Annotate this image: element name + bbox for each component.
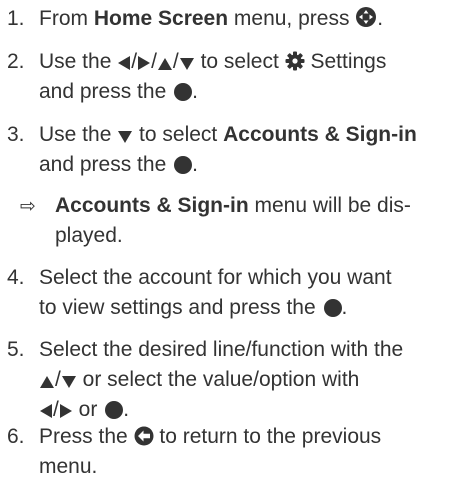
back-arrow-icon bbox=[134, 426, 154, 446]
text: From bbox=[39, 7, 94, 30]
gear-icon bbox=[285, 51, 305, 71]
menu-name: Accounts & Sign-in bbox=[223, 123, 417, 146]
text: Use the bbox=[39, 50, 118, 73]
text: . bbox=[192, 153, 198, 176]
text: or select the value/option with bbox=[76, 368, 360, 391]
text: and press the bbox=[39, 80, 173, 103]
ok-button-icon bbox=[174, 83, 193, 101]
arrow-right-icon bbox=[59, 404, 72, 418]
arrow-up-icon bbox=[40, 376, 54, 388]
text: to view settings and press the bbox=[39, 296, 322, 319]
text: Select the account for which you want bbox=[39, 266, 392, 289]
step-number: 1. bbox=[7, 7, 25, 30]
text: menu, press bbox=[228, 7, 356, 30]
text: . bbox=[341, 296, 348, 319]
step-number: 4. bbox=[7, 266, 25, 289]
step-text: Select the account for which you want to … bbox=[39, 263, 467, 323]
text: or bbox=[72, 398, 104, 421]
step-text: Select the desired line/function with th… bbox=[39, 335, 467, 425]
text: to select bbox=[133, 123, 224, 146]
text: . bbox=[192, 80, 198, 103]
step-number: 2. bbox=[7, 50, 25, 73]
text: Use the bbox=[39, 123, 118, 146]
arrow-down-icon bbox=[179, 58, 194, 70]
arrow-left-icon bbox=[118, 56, 131, 70]
text: and press the bbox=[39, 153, 173, 176]
ok-button-icon bbox=[105, 401, 124, 419]
menu-name: Home Screen bbox=[93, 7, 229, 30]
ok-button-icon bbox=[323, 299, 342, 317]
arrow-up-icon bbox=[157, 58, 172, 70]
text: to return to the previous bbox=[153, 425, 382, 448]
step-number: 3. bbox=[7, 123, 25, 146]
text: Press the bbox=[39, 425, 134, 448]
step-number: 5. bbox=[7, 338, 25, 361]
step-text: Press the to return to the previous menu. bbox=[39, 422, 467, 482]
text: Select the desired line/function with th… bbox=[39, 338, 404, 361]
arrow-down-icon bbox=[61, 376, 76, 388]
text: Settings bbox=[304, 50, 387, 73]
step-number: 6. bbox=[7, 425, 25, 448]
text: played. bbox=[55, 224, 123, 247]
step-text: From Home Screen menu, press . bbox=[39, 4, 467, 34]
arrow-right-icon bbox=[138, 56, 151, 70]
arrow-left-icon bbox=[40, 404, 52, 418]
text: menu. bbox=[39, 455, 98, 478]
text: to select bbox=[194, 50, 285, 73]
arrow-down-icon bbox=[118, 131, 133, 143]
text: . bbox=[123, 398, 130, 421]
result-arrow-icon: ⇨ bbox=[20, 195, 36, 217]
text: menu will be dis- bbox=[248, 194, 411, 217]
dpad-icon bbox=[356, 7, 377, 27]
menu-name: Accounts & Sign-in bbox=[55, 194, 249, 217]
instruction-list: 1. From Home Screen menu, press . 2. Use… bbox=[0, 0, 473, 478]
note-text: Accounts & Sign-in menu will be dis-play… bbox=[55, 191, 465, 251]
step-text: Use the / / / to select Settings and press … bbox=[39, 47, 467, 107]
ok-button-icon bbox=[174, 156, 193, 174]
step-text: Use the to select Accounts & Sign-in and … bbox=[39, 120, 467, 180]
text: . bbox=[377, 7, 384, 30]
